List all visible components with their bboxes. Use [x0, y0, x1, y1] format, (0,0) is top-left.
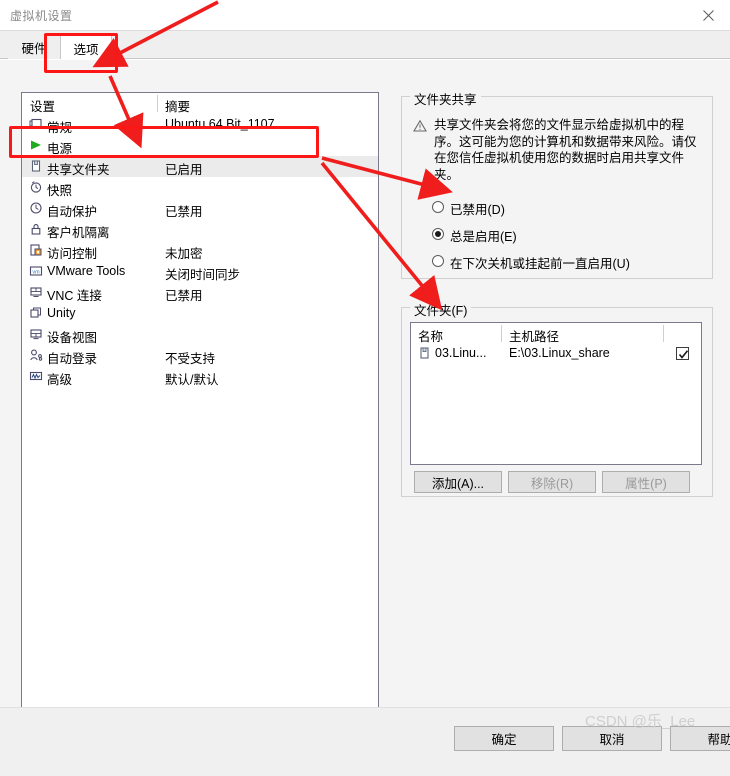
folder-sharing-group-title: 文件夹共享: [410, 89, 481, 108]
folders-group-title: 文件夹(F): [410, 300, 472, 319]
folder-enabled-checkbox[interactable]: [676, 347, 689, 360]
column-header-name: 名称: [418, 330, 444, 344]
folders-table-header: 名称 主机路径: [411, 323, 701, 344]
list-item-unity[interactable]: Unity: [22, 303, 378, 324]
list-item-advanced[interactable]: 高级 默认/默认: [22, 366, 378, 387]
column-header-summary: 摘要: [165, 100, 191, 114]
remove-folder-button: 移除(R): [508, 471, 596, 493]
column-divider[interactable]: [501, 325, 502, 342]
list-item-label: 访问控制: [47, 247, 98, 261]
add-folder-button[interactable]: 添加(A)...: [414, 471, 502, 493]
list-item-shared-folders[interactable]: 共享文件夹 已启用: [22, 156, 378, 177]
folder-properties-button: 属性(P): [602, 471, 690, 493]
list-item-label: 客户机隔离: [47, 226, 110, 240]
radio-disabled[interactable]: 已禁用(D): [432, 198, 712, 218]
autoprotect-clock-icon: [29, 201, 43, 215]
list-item-snapshot[interactable]: 快照: [22, 177, 378, 198]
folder-sharing-group: 文件夹共享 共享文件夹会将您的文件显示给虚拟机中的程序。这可能为您的计算机和数据…: [401, 89, 713, 279]
radio-always-enabled[interactable]: 总是启用(E): [432, 225, 712, 245]
access-control-lock-icon: [29, 243, 43, 257]
list-item-label: 自动登录: [47, 352, 98, 366]
close-icon[interactable]: [686, 0, 730, 30]
checkmark-icon: [678, 350, 689, 359]
list-item-summary: 已禁用: [165, 205, 203, 219]
annotation-box-options-tab: [44, 33, 118, 73]
csdn-watermark: CSDN @乐_Lee: [585, 713, 696, 730]
list-item-summary: 默认/默认: [165, 373, 219, 387]
folder-name: 03.Linu...: [435, 346, 487, 360]
list-item-autoprotect[interactable]: 自动保护 已禁用: [22, 198, 378, 219]
list-item-label: 高级: [47, 373, 73, 387]
folders-table[interactable]: 名称 主机路径 03.Linu... E:\03.Linux_share: [410, 322, 702, 465]
ok-button[interactable]: 确定: [454, 726, 554, 751]
warning-triangle-icon: [413, 119, 427, 133]
list-item-summary: 关闭时间同步: [165, 268, 241, 282]
annotation-box-shared-folders-row: [9, 126, 319, 158]
column-divider[interactable]: [157, 95, 158, 112]
list-item-auto-login[interactable]: 自动登录 不受支持: [22, 345, 378, 366]
list-item-summary: 已启用: [165, 163, 203, 177]
device-view-icon: [29, 327, 43, 341]
list-item-access-control[interactable]: 访问控制 未加密: [22, 240, 378, 261]
settings-list[interactable]: 设置 摘要 常规 Ubuntu 64 Bit_1107 电源 共享文件夹 已启用…: [21, 92, 379, 722]
list-item-summary: 未加密: [165, 247, 203, 261]
radio-label: 在下次关机或挂起前一直启用(U): [450, 257, 630, 271]
snapshot-clock-icon: [29, 180, 43, 194]
window-title: 虚拟机设置: [10, 9, 73, 23]
auto-login-icon: [29, 348, 43, 362]
list-item-label: 自动保护: [47, 205, 98, 219]
list-item-guest-isolation[interactable]: 客户机隔离: [22, 219, 378, 240]
advanced-graph-icon: [29, 369, 43, 383]
shared-folder-icon: [29, 159, 43, 173]
list-item-vmware-tools[interactable]: vm VMware Tools 关闭时间同步: [22, 261, 378, 282]
folders-group: 文件夹(F) 名称 主机路径 03.Linu... E:\03.Linux_sh…: [401, 300, 713, 497]
close-glyph: [702, 9, 714, 21]
title-bar: 虚拟机设置: [0, 0, 730, 31]
vmware-tools-icon: vm: [29, 264, 43, 278]
radio-indicator: [432, 201, 444, 213]
unity-windows-icon: [29, 306, 43, 320]
folder-host-path: E:\03.Linux_share: [509, 346, 610, 360]
vnc-icon: [29, 285, 43, 299]
table-row[interactable]: 03.Linu... E:\03.Linux_share: [411, 344, 701, 364]
shared-folder-icon: [418, 346, 431, 360]
list-item-label: 快照: [47, 184, 73, 198]
folder-sharing-warning-text: 共享文件夹会将您的文件显示给虚拟机中的程序。这可能为您的计算机和数据带来风险。请…: [434, 118, 697, 182]
list-item-label: 设备视图: [47, 331, 98, 345]
list-item-vnc[interactable]: VNC 连接 已禁用: [22, 282, 378, 303]
radio-indicator: [432, 255, 444, 267]
list-item-label: VNC 连接: [47, 289, 102, 303]
lock-icon: [29, 222, 43, 236]
column-header-setting: 设置: [30, 100, 56, 114]
list-item-device-view[interactable]: 设备视图: [22, 324, 378, 345]
list-item-label: Unity: [47, 306, 76, 320]
column-divider[interactable]: [663, 325, 664, 342]
radio-label: 已禁用(D): [450, 203, 505, 217]
svg-text:vm: vm: [32, 270, 40, 276]
list-item-summary: 不受支持: [165, 352, 216, 366]
column-header-host-path: 主机路径: [509, 330, 560, 344]
radio-indicator-selected: [432, 228, 444, 240]
radio-label: 总是启用(E): [450, 230, 517, 244]
settings-list-header: 设置 摘要: [22, 93, 378, 114]
list-item-label: 共享文件夹: [47, 163, 110, 177]
list-item-summary: 已禁用: [165, 289, 203, 303]
list-item-label: VMware Tools: [47, 264, 126, 278]
radio-until-next-shutdown[interactable]: 在下次关机或挂起前一直启用(U): [432, 252, 712, 272]
